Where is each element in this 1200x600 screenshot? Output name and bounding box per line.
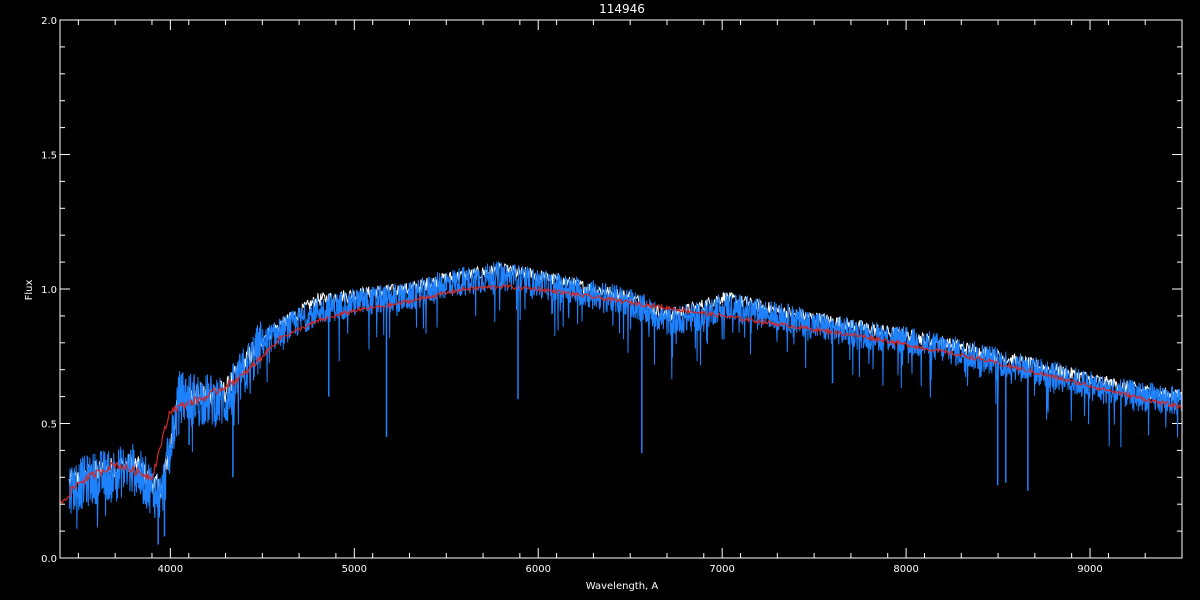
x-tick-label: 4000: [158, 564, 183, 575]
x-axis-label: Wavelength, A: [586, 581, 659, 592]
y-tick-label: 2.0: [41, 16, 57, 27]
x-tick-label: 7000: [709, 564, 734, 575]
x-tick-label: 6000: [526, 564, 551, 575]
y-tick-label: 1.0: [41, 285, 57, 296]
x-tick-label: 5000: [342, 564, 367, 575]
chart-title: 114946: [599, 2, 645, 16]
spectrum-chart: 114946 Wavelength, A Flux 4000 5000 6000 70…: [0, 0, 1200, 600]
x-tick-label: 8000: [893, 564, 918, 575]
x-tick-label: 9000: [1077, 564, 1102, 575]
y-tick-label: 0.5: [41, 420, 57, 431]
y-tick-label: 1.5: [41, 151, 57, 162]
y-tick-label: 0.0: [41, 554, 57, 565]
y-axis-label: Flux: [24, 280, 35, 301]
